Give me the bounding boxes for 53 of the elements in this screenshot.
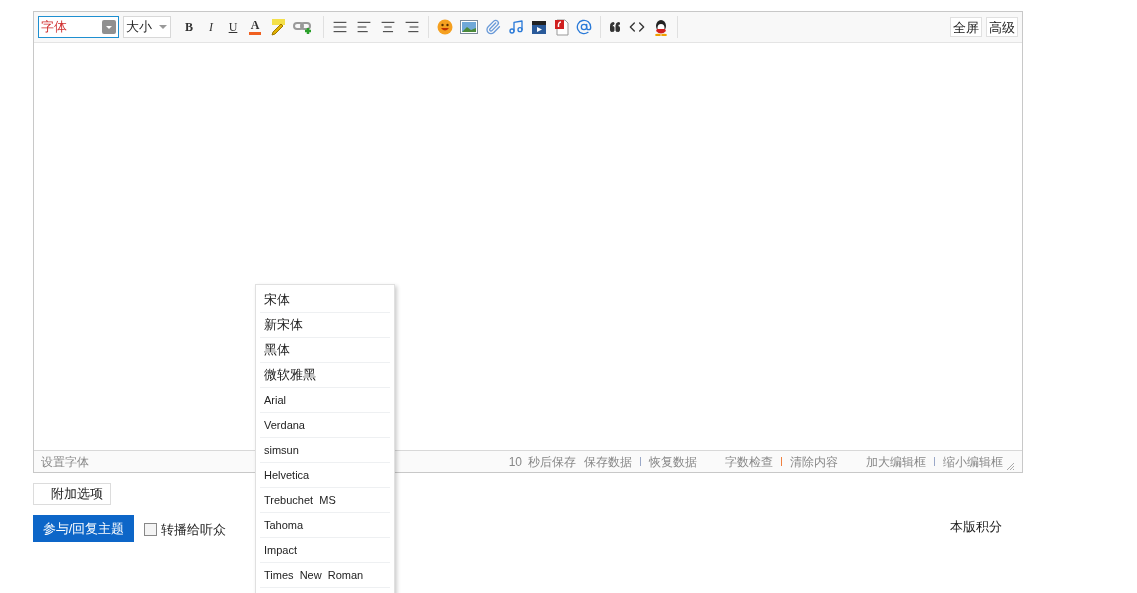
status-hint: 设置字体	[41, 453, 89, 471]
font-option[interactable]: Helvetica	[260, 463, 390, 488]
music-note-icon[interactable]	[508, 19, 524, 35]
dropdown-caret-icon	[158, 24, 168, 30]
image-icon[interactable]	[460, 20, 478, 34]
font-option[interactable]: Arial	[260, 388, 390, 413]
status-link[interactable]: 清除内容	[790, 452, 838, 471]
font-option[interactable]: Trebuchet MS	[260, 488, 390, 513]
paperclip-icon[interactable]	[485, 19, 501, 35]
code-icon[interactable]	[629, 19, 645, 35]
submit-button[interactable]: 参与/回复主题	[33, 515, 134, 542]
font-color-button[interactable]: A	[245, 16, 265, 38]
status-link[interactable]: 恢复数据	[649, 452, 697, 471]
dropdown-caret-icon	[102, 20, 116, 34]
link-icon[interactable]	[293, 19, 313, 35]
advanced-button[interactable]: 高级	[986, 17, 1018, 37]
fullscreen-button[interactable]: 全屏	[950, 17, 982, 37]
status-link[interactable]: 字数检查	[725, 452, 773, 471]
resize-grip-icon	[1005, 461, 1015, 471]
status-link[interactable]: 保存数据	[584, 452, 632, 471]
italic-button[interactable]: I	[201, 16, 221, 38]
font-option[interactable]: Verdana	[260, 413, 390, 438]
font-option[interactable]: simsun	[260, 438, 390, 463]
font-option[interactable]: 新宋体	[260, 313, 390, 338]
broadcast-label: 转播给听众	[161, 521, 226, 539]
board-points-label: 本版积分	[950, 518, 1002, 536]
font-option[interactable]: 黑体	[260, 338, 390, 363]
penguin-icon[interactable]	[653, 18, 669, 36]
align-right-icon[interactable]	[404, 19, 420, 35]
status-link[interactable]: 加大编辑框	[866, 452, 926, 471]
video-clapper-icon[interactable]	[531, 19, 547, 35]
autosave-count: 10	[508, 453, 522, 471]
underline-button[interactable]: U	[223, 16, 243, 38]
font-option[interactable]: Tahoma	[260, 513, 390, 538]
flash-file-icon[interactable]	[554, 18, 569, 36]
font-option[interactable]: 微软雅黑	[260, 363, 390, 388]
highlighter-icon[interactable]	[269, 18, 287, 36]
quote-icon[interactable]	[609, 21, 621, 33]
at-sign-icon[interactable]	[576, 19, 592, 35]
status-link[interactable]: 缩小编辑框	[943, 452, 1003, 471]
font-option[interactable]: Times New Roman	[260, 563, 390, 588]
autosave-label: 秒后保存	[528, 453, 576, 471]
smiley-icon[interactable]	[437, 19, 453, 35]
size-select[interactable]: 大小	[123, 16, 171, 38]
font-option[interactable]: Impact	[260, 538, 390, 563]
align-left-icon[interactable]	[356, 19, 372, 35]
extra-options-button[interactable]: 附加选项	[33, 483, 111, 505]
bold-button[interactable]: B	[179, 16, 199, 38]
align-center-icon[interactable]	[380, 19, 396, 35]
align-justify-icon[interactable]	[332, 19, 348, 35]
font-option[interactable]: 宋体	[260, 288, 390, 313]
font-select[interactable]: 字体	[38, 16, 119, 38]
broadcast-checkbox[interactable]	[144, 523, 157, 537]
